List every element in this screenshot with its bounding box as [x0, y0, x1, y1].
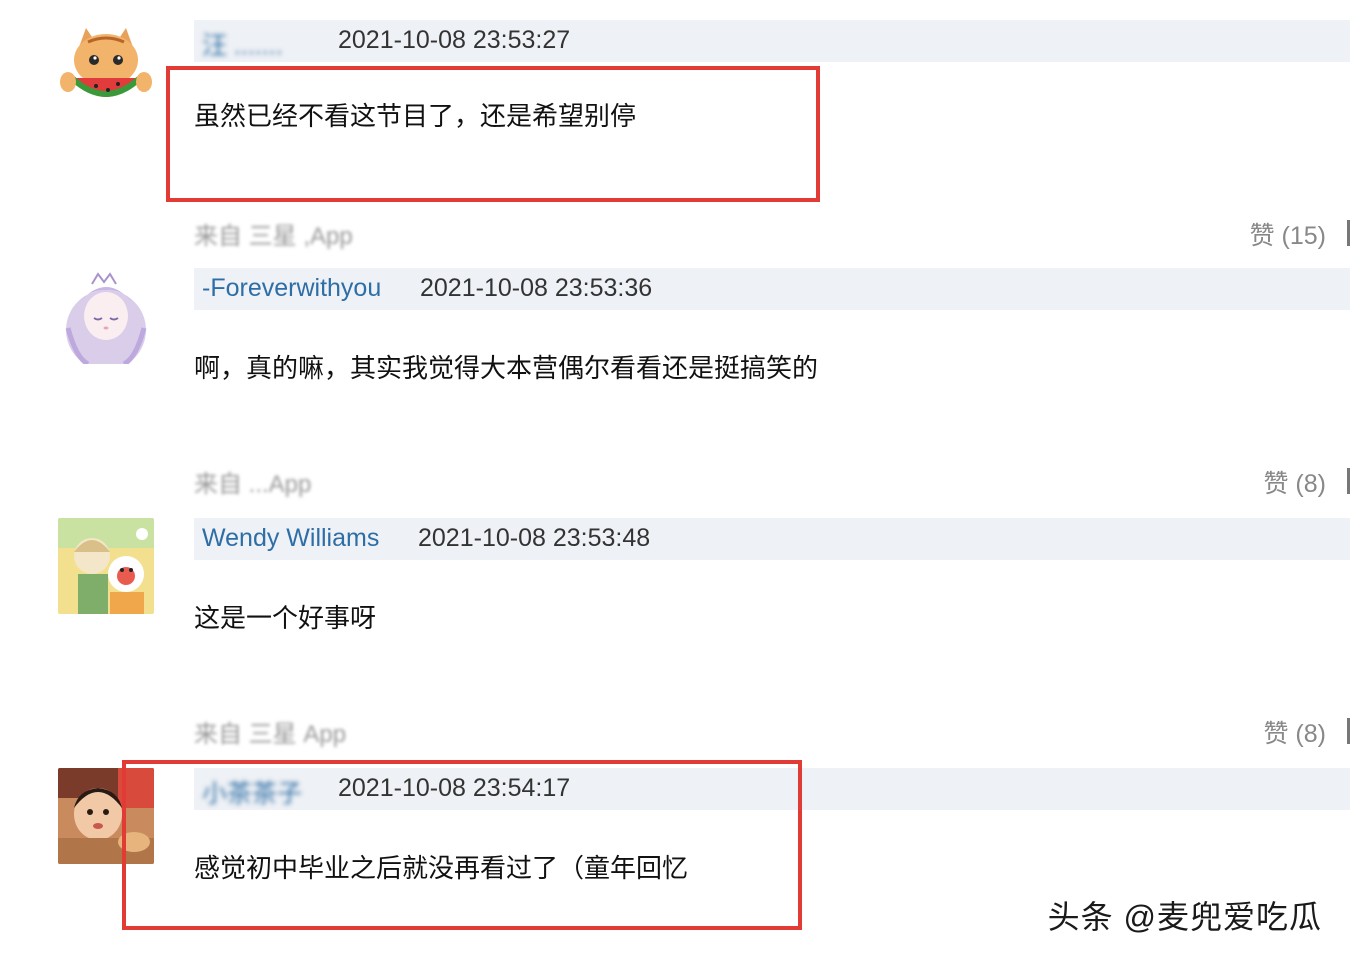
like-button[interactable]: 赞 (8) [1263, 464, 1326, 500]
comment-header: -Foreverwithyou 2021-10-08 23:53:36 [194, 268, 1350, 310]
comment-header: Wendy Williams 2021-10-08 23:53:48 [194, 518, 1350, 560]
cat-avatar-image [58, 20, 154, 116]
comment-source: 来自 三星 ,App [194, 223, 353, 250]
comment-text: 啊，真的嘛，其实我觉得大本营偶尔看看还是挺搞笑的 [194, 353, 819, 383]
comment-item: Wendy Williams 2021-10-08 23:53:48 这是一个好… [0, 518, 1350, 768]
comment-timestamp: 2021-10-08 23:53:48 [418, 524, 651, 552]
highlight-box [122, 760, 802, 930]
highlight-box [166, 66, 820, 202]
comment-timestamp: 2021-10-08 23:53:27 [338, 26, 571, 54]
avatar[interactable] [58, 268, 154, 364]
comment-text: 这是一个好事呀 [194, 603, 377, 633]
username-link[interactable]: Wendy Williams [202, 524, 379, 553]
comment-item: -Foreverwithyou 2021-10-08 23:53:36 啊，真的… [0, 268, 1350, 518]
comment-source: 来自 ...App [194, 471, 312, 498]
watermark: 头条 @麦兜爱吃瓜 [1047, 899, 1322, 935]
cartoon-avatar-image [58, 518, 154, 614]
comment-timestamp: 2021-10-08 23:53:36 [420, 274, 653, 302]
like-button[interactable]: 赞 (8) [1263, 714, 1326, 750]
username-link[interactable]: -Foreverwithyou [202, 274, 381, 303]
avatar[interactable] [58, 20, 154, 116]
anime-avatar-image [58, 268, 154, 364]
comment-header: 汪 ....... 2021-10-08 23:53:27 [194, 20, 1350, 62]
comment-source: 来自 三星 App [194, 721, 347, 748]
avatar[interactable] [58, 518, 154, 614]
username-link[interactable]: 汪 ....... [202, 26, 283, 62]
like-button[interactable]: 赞 (15) [1250, 216, 1326, 252]
